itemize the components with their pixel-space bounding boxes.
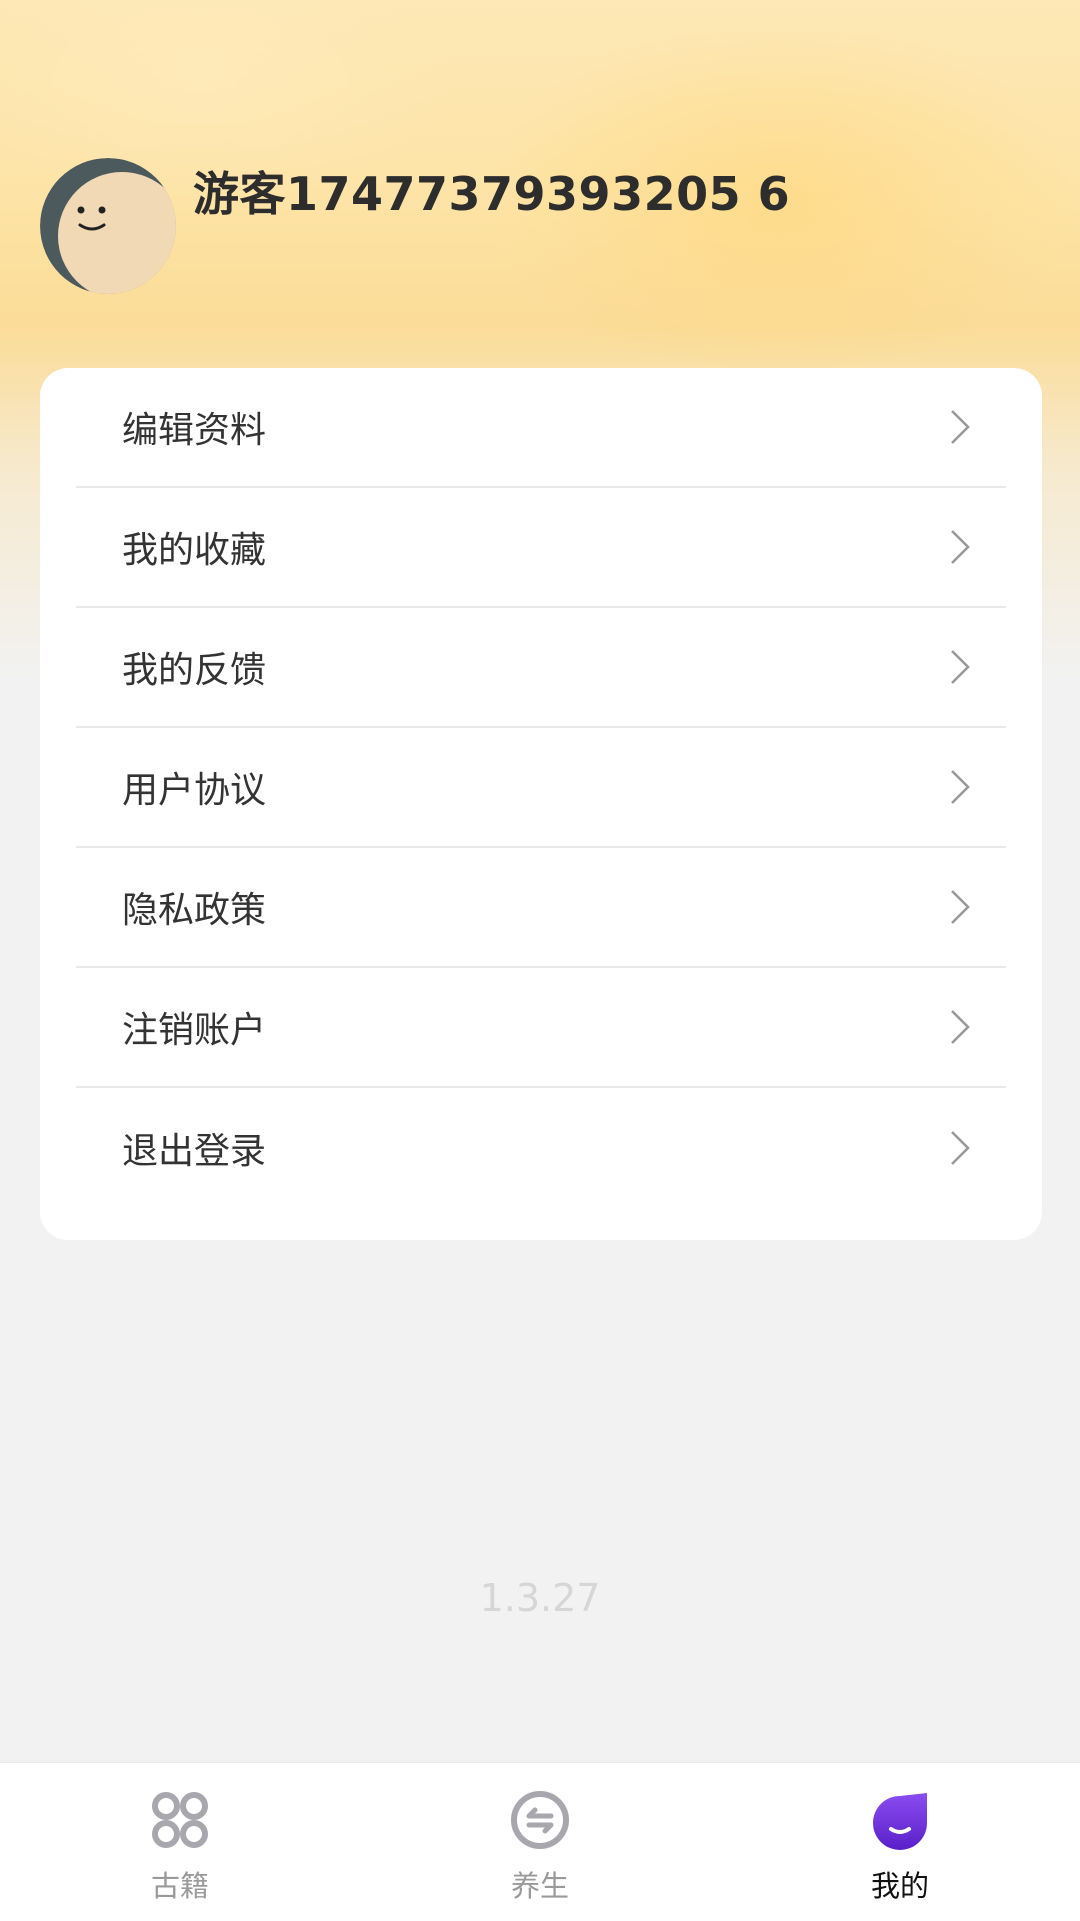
chevron-right-icon bbox=[951, 890, 970, 924]
tab-mine[interactable]: 我的 bbox=[720, 1763, 1080, 1921]
tab-label: 古籍 bbox=[150, 1869, 209, 1903]
avatar[interactable] bbox=[40, 158, 176, 294]
menu-item-label: 用户协议 bbox=[122, 770, 267, 811]
menu-item-label: 退出登录 bbox=[122, 1131, 267, 1172]
menu-item-label: 我的收藏 bbox=[122, 530, 267, 571]
menu-item-user-agreement[interactable]: 用户协议 bbox=[76, 728, 1006, 848]
tab-label: 养生 bbox=[510, 1869, 569, 1903]
menu-item-logout[interactable]: 退出登录 bbox=[76, 1088, 1006, 1208]
chevron-right-icon bbox=[951, 530, 970, 564]
tab-wellness[interactable]: 养生 bbox=[360, 1763, 720, 1921]
settings-menu-card: 编辑资料 我的收藏 我的反馈 用户协议 隐私政策 注销账户 退出登录 bbox=[40, 368, 1042, 1240]
exchange-circle-icon bbox=[511, 1791, 569, 1849]
chevron-right-icon bbox=[951, 410, 970, 444]
menu-item-delete-account[interactable]: 注销账户 bbox=[76, 968, 1006, 1088]
chevron-right-icon bbox=[951, 1010, 970, 1044]
avatar-face-icon bbox=[40, 158, 176, 294]
menu-item-my-favorites[interactable]: 我的收藏 bbox=[76, 488, 1006, 608]
menu-item-label: 编辑资料 bbox=[122, 410, 267, 451]
bottom-tab-bar: 古籍 养生 我的 bbox=[0, 1762, 1080, 1921]
chevron-right-icon bbox=[951, 650, 970, 684]
menu-item-my-feedback[interactable]: 我的反馈 bbox=[76, 608, 1006, 728]
smile-drop-icon bbox=[873, 1793, 927, 1850]
tab-label: 我的 bbox=[870, 1869, 929, 1903]
chevron-right-icon bbox=[951, 1131, 970, 1165]
username: 游客17477379393205 6 bbox=[193, 167, 791, 221]
menu-item-label: 隐私政策 bbox=[122, 890, 267, 931]
app-version: 1.3.27 bbox=[479, 1576, 601, 1620]
chevron-right-icon bbox=[951, 770, 970, 804]
grid-four-circles-icon bbox=[152, 1792, 208, 1848]
menu-item-edit-profile[interactable]: 编辑资料 bbox=[76, 368, 1006, 488]
tab-classics[interactable]: 古籍 bbox=[0, 1763, 360, 1921]
menu-item-label: 注销账户 bbox=[122, 1010, 267, 1051]
menu-item-label: 我的反馈 bbox=[122, 650, 267, 691]
menu-item-privacy-policy[interactable]: 隐私政策 bbox=[76, 848, 1006, 968]
